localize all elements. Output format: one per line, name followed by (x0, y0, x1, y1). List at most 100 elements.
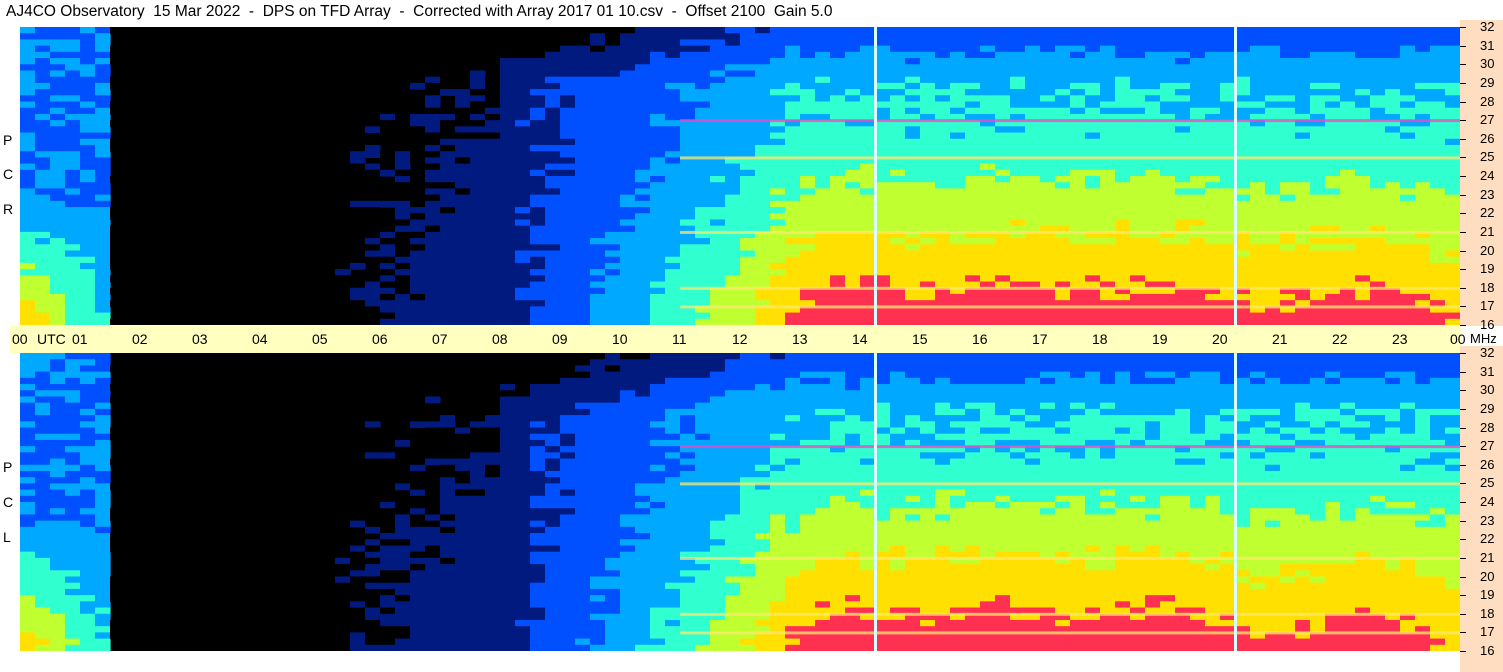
spectrogram-cell (545, 262, 561, 270)
spectrogram-cell (290, 194, 306, 202)
spectrogram-cell (365, 588, 381, 596)
spectrogram-cell (1445, 188, 1460, 196)
spectrogram-cell (350, 520, 366, 528)
spectrogram-cell (485, 207, 501, 214)
spectrogram-cell (1130, 101, 1146, 109)
spectrogram-cell (1145, 51, 1161, 59)
spectrogram-cell (575, 113, 591, 121)
spectrogram-cell (350, 626, 366, 633)
spectrogram-cell (785, 144, 801, 152)
spectrogram-cell (1085, 207, 1101, 214)
spectrogram-cell (440, 570, 456, 578)
spectrogram-cell (1325, 144, 1341, 152)
spectrogram-cell (860, 318, 876, 325)
spectrogram-cell (305, 514, 321, 522)
spectrogram-cell (125, 365, 141, 373)
spectrogram-cell (1205, 256, 1221, 264)
spectrogram-cell (740, 45, 756, 53)
spectrogram-cell (305, 70, 321, 78)
spectrogram-cell (1130, 45, 1146, 53)
spectrogram-cell (1205, 213, 1221, 221)
spectrogram-cell (620, 89, 636, 96)
spectrogram-cell (665, 250, 681, 258)
spectrogram-cell (275, 120, 291, 127)
spectrogram-cell (470, 70, 486, 78)
spectrogram-cell (500, 101, 516, 109)
spectrogram-cell (455, 539, 471, 547)
spectrogram-cell (500, 76, 516, 84)
spectrogram-cell (35, 439, 51, 447)
spectrogram-cell (635, 207, 651, 214)
spectrogram-cell (350, 557, 366, 565)
spectrogram-cell (395, 483, 411, 491)
spectrogram-cell (50, 107, 66, 115)
spectrogram-cell (680, 163, 696, 171)
spectrogram-cell (560, 306, 576, 314)
spectrogram-cell (455, 402, 471, 410)
spectrogram-cell (455, 644, 471, 651)
spectrogram-cell (1040, 244, 1056, 252)
spectrogram-cell (260, 176, 276, 183)
spectrogram-cell (1115, 89, 1131, 96)
spectrogram-cell (440, 557, 456, 565)
spectrogram-cell (35, 613, 51, 621)
spectrogram-cell (20, 51, 36, 59)
spectrogram-cell (170, 408, 186, 416)
spectrogram-cell (920, 107, 936, 115)
spectrogram-cell (65, 287, 81, 295)
spectrogram-cell (980, 39, 996, 47)
spectrogram-cell (995, 58, 1011, 65)
spectrogram-cell (20, 470, 36, 478)
spectrogram-cell (515, 250, 531, 258)
spectrogram-cell (110, 101, 126, 109)
spectrogram-cell (950, 293, 966, 301)
spectrogram-cell (815, 163, 831, 171)
spectrogram-cell (335, 275, 351, 283)
spectrogram-cell (410, 244, 426, 252)
spectrogram-cell (920, 275, 936, 283)
utc-tick-label: 01 (72, 331, 88, 347)
spectrogram-cell (125, 551, 141, 559)
spectrogram-cell (995, 200, 1011, 208)
spectrogram-cell (1340, 138, 1356, 146)
spectrogram-cell (170, 539, 186, 547)
spectrogram-cell (425, 458, 441, 466)
spectrogram-cell (1055, 238, 1071, 245)
spectrogram-cell (1415, 45, 1431, 53)
spectrogram-cell (20, 564, 36, 571)
spectrogram-cell (935, 312, 951, 320)
spectrogram-cell (530, 89, 546, 96)
spectrogram-cell (875, 107, 891, 115)
spectrogram-cell (950, 132, 966, 140)
spectrogram-cell (80, 144, 96, 152)
spectrogram-cell (95, 151, 111, 158)
spectrogram-cell (275, 613, 291, 621)
spectrogram-cell (20, 526, 36, 534)
spectrogram-cell (1310, 275, 1326, 283)
spectrogram-cell (215, 539, 231, 547)
spectrogram-cell (1310, 256, 1326, 264)
spectrogram-cell (80, 638, 96, 646)
spectrogram-cell (575, 213, 591, 221)
spectrogram-cell (1295, 207, 1311, 214)
spectrogram-cell (1145, 200, 1161, 208)
spectrogram-cell (500, 200, 516, 208)
spectrogram-cell (35, 107, 51, 115)
spectrogram-cell (965, 182, 981, 190)
spectrogram-cell (65, 169, 81, 177)
spectrogram-cell (1100, 244, 1116, 252)
spectrogram-cell (20, 200, 36, 208)
spectrogram-cell (1145, 293, 1161, 301)
spectrogram-cell (575, 219, 591, 227)
spectrogram-cell (1280, 126, 1296, 134)
spectrogram-cell (50, 151, 66, 158)
utc-tick-label: 20 (1212, 331, 1228, 347)
spectrogram-cell (80, 107, 96, 115)
spectrogram-cell (665, 132, 681, 140)
spectrogram-cell (1070, 101, 1086, 109)
spectrogram-cell (290, 213, 306, 221)
spectrogram-cell (695, 182, 711, 190)
spectrogram-cell (1370, 269, 1386, 276)
spectrogram-cell (455, 144, 471, 152)
spectrogram-cell (410, 502, 426, 509)
